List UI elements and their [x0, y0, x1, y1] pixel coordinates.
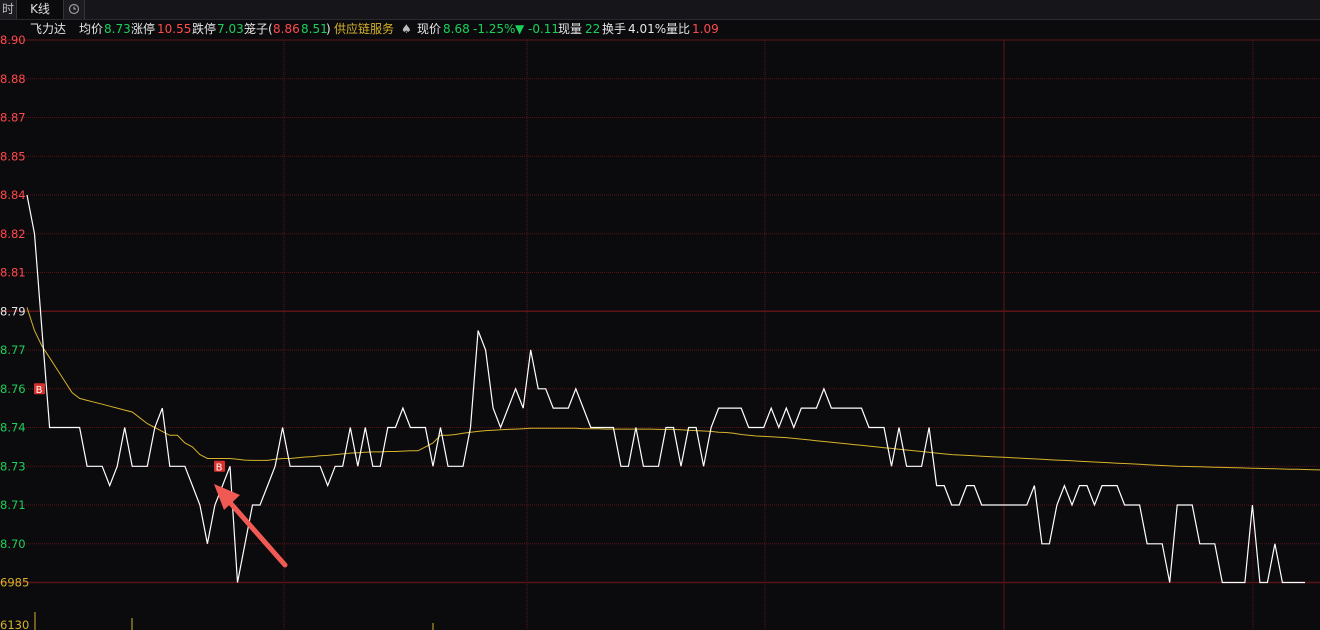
turnover-label: 换手 — [602, 22, 627, 36]
avg-price-label: 均价 — [79, 22, 104, 36]
y-axis-label: 8.74 — [0, 421, 26, 435]
cage-high: 8.86 — [273, 22, 300, 36]
buy-marker-label: B — [216, 462, 223, 473]
buy-marker-label: B — [36, 385, 43, 396]
y-axis-label: 8.87 — [0, 111, 26, 125]
stock-name[interactable]: 飞力达 — [30, 20, 66, 39]
y-axis-label: 8.82 — [0, 227, 26, 241]
spade-icon: ♠ — [401, 22, 412, 36]
price-label: 现价 — [417, 22, 442, 36]
y-axis-label: 8.88 — [0, 72, 26, 86]
y-axis-label: 8.70 — [0, 537, 26, 551]
y-axis-label: 8.81 — [0, 266, 26, 280]
tab-kline[interactable]: K线 — [17, 0, 64, 19]
down-arrow-icon: ▼ — [515, 22, 525, 36]
limit-up-value: 10.55 — [157, 22, 192, 36]
y-axis-label: 8.85 — [0, 149, 26, 163]
y-axis-label: 8.71 — [0, 498, 26, 512]
turnover-value: 4.01% — [628, 22, 667, 36]
cage-low: 8.51 — [301, 22, 328, 36]
annotation-arrow — [223, 495, 288, 568]
volume-value: 22 — [585, 22, 601, 36]
limit-down-label: 跌停 — [192, 22, 217, 36]
y-axis-label: 6130 — [0, 618, 29, 630]
y-axis-label: 8.76 — [0, 382, 26, 396]
concept-link[interactable]: 供应链服务 — [334, 20, 394, 39]
change-value: -0.11 — [528, 22, 560, 36]
clock-icon[interactable] — [64, 0, 85, 19]
quote-info-bar: 飞力达 均价 8.73 涨停 10.55 跌停 7.03 笼子( 8.86 8.… — [0, 20, 1320, 39]
volume-ratio-label: 量比 — [666, 22, 691, 36]
tab-timeshare[interactable]: 时 — [0, 0, 17, 19]
limit-down-value: 7.03 — [217, 22, 244, 36]
intraday-chart[interactable]: 8.908.888.878.858.848.828.818.798.778.76… — [0, 0, 1320, 630]
limit-up-label: 涨停 — [131, 22, 156, 36]
volume-label: 现量 — [558, 22, 583, 36]
avg-price-value: 8.73 — [104, 22, 131, 36]
y-axis-label: 6985 — [0, 576, 29, 590]
volume-ratio-value: 1.09 — [692, 22, 719, 36]
change-percent: -1.25% — [473, 22, 516, 36]
y-axis-label: 8.77 — [0, 343, 26, 357]
price-value: 8.68 — [443, 22, 470, 36]
cage-close: ) — [326, 22, 331, 36]
y-axis-label: 8.79 — [0, 304, 26, 318]
y-axis-label: 8.73 — [0, 459, 26, 473]
tab-bar: 时 K线 — [0, 0, 1320, 20]
cage-label: 笼子( — [244, 22, 273, 36]
y-axis-label: 8.84 — [0, 188, 26, 202]
